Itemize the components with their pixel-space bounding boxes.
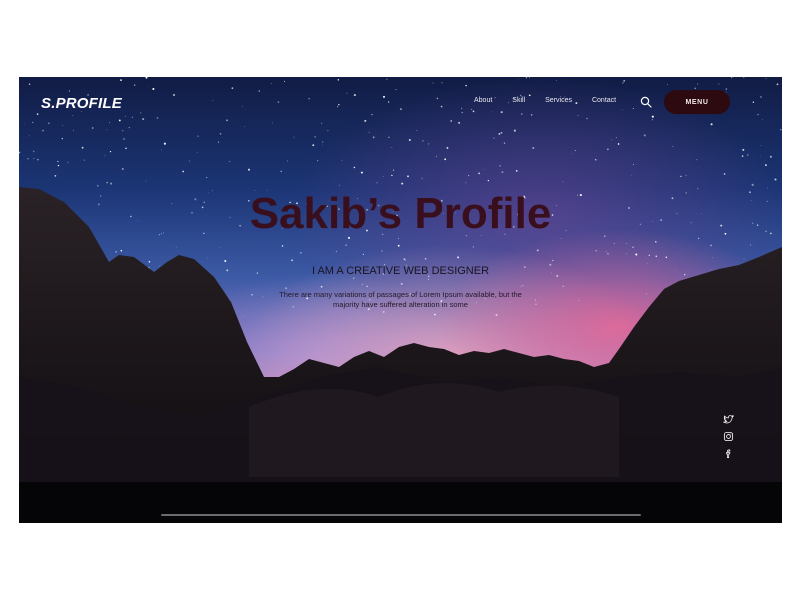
nav-item-services[interactable]: Services <box>545 97 572 104</box>
menu-button[interactable]: MENU <box>664 90 730 114</box>
bottom-bar <box>19 482 782 523</box>
site-logo[interactable]: S.PROFILE <box>41 95 122 112</box>
scroll-indicator[interactable] <box>161 514 641 516</box>
twitter-icon[interactable] <box>723 414 734 425</box>
hero-section: S.PROFILE About Skill Services Contact M… <box>19 77 782 523</box>
search-icon[interactable] <box>640 96 652 108</box>
social-links <box>723 414 734 459</box>
hero-description: There are many variations of passages of… <box>279 290 522 309</box>
hero-title: Sakib’s Profile <box>249 189 552 238</box>
instagram-icon[interactable] <box>723 431 734 442</box>
main-nav: About Skill Services Contact <box>474 97 636 104</box>
nav-item-contact[interactable]: Contact <box>592 97 616 104</box>
hero-subtitle: I AM A CREATIVE WEB DESIGNER <box>311 265 490 277</box>
nav-item-about[interactable]: About <box>474 97 492 104</box>
nav-item-skill[interactable]: Skill <box>512 97 525 104</box>
facebook-icon[interactable] <box>723 448 734 459</box>
